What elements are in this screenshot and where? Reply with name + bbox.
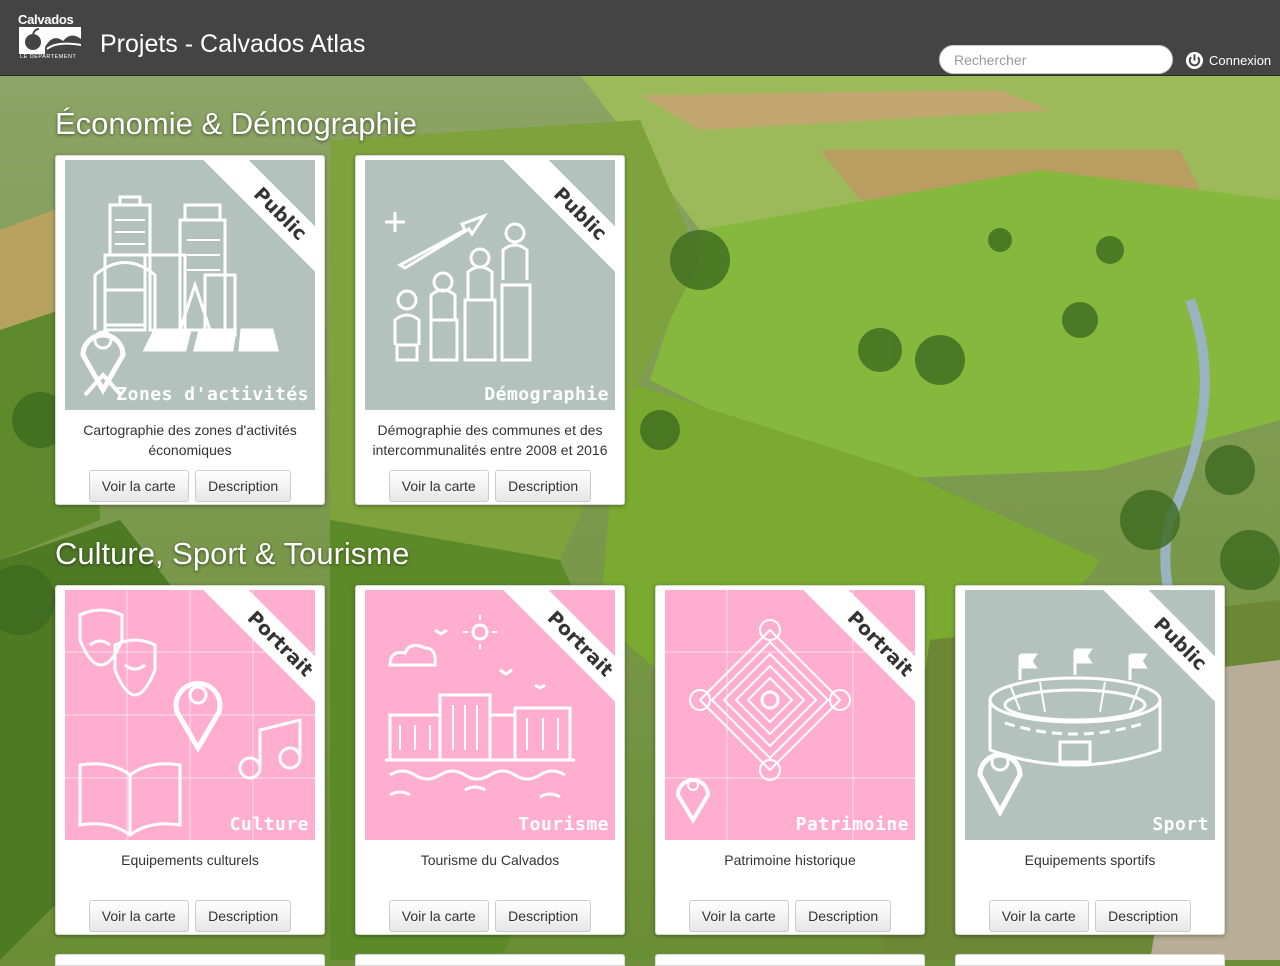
section-title-culture: Culture, Sport & Tourisme [55, 536, 410, 571]
card-theme-label: Zones d'activités [116, 384, 309, 405]
project-thumbnail[interactable]: Public Démographie [365, 160, 615, 410]
card-description: Tourisme du Calvados [420, 852, 560, 868]
search-input[interactable] [939, 45, 1173, 74]
project-card-partial [55, 954, 325, 966]
card-theme-label: Sport [1152, 814, 1209, 835]
page-title: Projets - Calvados Atlas [100, 30, 366, 58]
description-button[interactable]: Description [795, 900, 892, 932]
card-description: Cartographie des zones d'activités écono… [83, 422, 297, 458]
project-card: Public Démographie Démographie des commu… [355, 155, 625, 505]
section-title-economie: Économie & Démographie [55, 106, 417, 141]
project-card: Portrait Culture Equipements culturels V… [55, 585, 325, 935]
logo-brand-text: Calvados [18, 12, 74, 27]
card-description: Démographie des communes et des intercom… [372, 422, 608, 458]
logo-tagline: LE DÉPARTEMENT [20, 54, 77, 60]
card-description: Equipements sportifs [1024, 852, 1156, 868]
project-card: Public Zones d'activités Cartographie de… [55, 155, 325, 505]
card-theme-label: Démographie [484, 384, 609, 405]
card-description: Patrimoine historique [724, 852, 856, 868]
card-description: Equipements culturels [121, 852, 259, 868]
view-map-button[interactable]: Voir la carte [388, 900, 489, 932]
project-thumbnail[interactable]: Portrait Tourisme [365, 590, 615, 840]
description-button[interactable]: Description [495, 900, 592, 932]
project-card: Public Sport Equipements sportifs Voir l… [955, 585, 1225, 935]
view-map-button[interactable]: Voir la carte [88, 470, 189, 502]
project-card: Portrait Tourisme Tourisme du Calvados V… [355, 585, 625, 935]
top-navigation-bar: Calvados LE DÉPARTEMENT Projets - Calvad… [0, 0, 1280, 76]
login-button[interactable]: Connexion [1185, 50, 1271, 70]
power-icon [1185, 51, 1204, 69]
login-label: Connexion [1209, 52, 1272, 68]
view-map-button[interactable]: Voir la carte [688, 900, 789, 932]
description-button[interactable]: Description [495, 470, 592, 502]
project-card: Portrait Patrimoine Patrimoine historiqu… [655, 585, 925, 935]
project-card-partial [655, 954, 925, 966]
card-theme-label: Patrimoine [795, 814, 909, 835]
project-thumbnail[interactable]: Public Zones d'activités [65, 160, 315, 410]
view-map-button[interactable]: Voir la carte [988, 900, 1089, 932]
description-button[interactable]: Description [195, 900, 292, 932]
project-thumbnail[interactable]: Portrait Patrimoine [665, 590, 915, 840]
project-thumbnail[interactable]: Portrait Culture [65, 590, 315, 840]
project-card-partial [355, 954, 625, 966]
logo-apple-wave-icon [19, 27, 81, 54]
view-map-button[interactable]: Voir la carte [88, 900, 189, 932]
card-theme-label: Tourisme [518, 814, 609, 835]
project-thumbnail[interactable]: Public Sport [965, 590, 1215, 840]
description-button[interactable]: Description [1095, 900, 1192, 932]
view-map-button[interactable]: Voir la carte [388, 470, 489, 502]
project-card-partial [955, 954, 1225, 966]
card-theme-label: Culture [229, 814, 309, 835]
description-button[interactable]: Description [195, 470, 292, 502]
calvados-logo[interactable]: Calvados LE DÉPARTEMENT [18, 12, 82, 64]
